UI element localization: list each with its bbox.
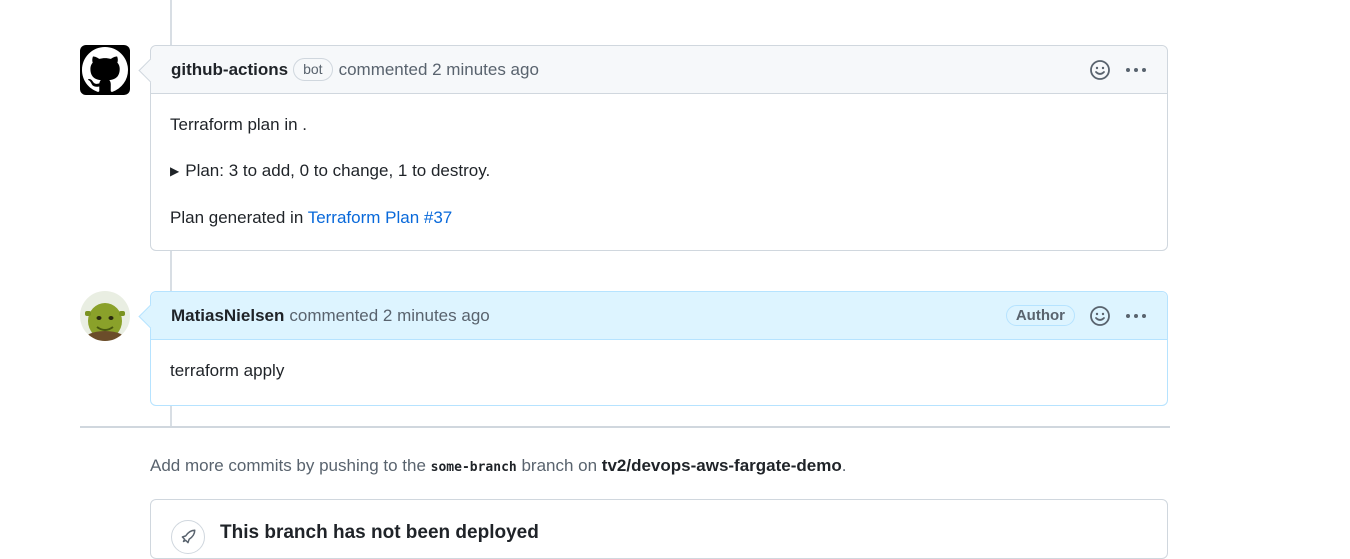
branch-name[interactable]: some-branch: [431, 460, 517, 475]
comment-options-button[interactable]: [1125, 305, 1147, 327]
timeline-line-bottom: [170, 405, 172, 426]
rocket-glyph: [181, 529, 196, 544]
comment-arrow: [138, 58, 163, 83]
deployment-status-box: This branch has not been deployed: [150, 499, 1168, 559]
push-hint-suffix: .: [841, 456, 847, 475]
comment-timestamp[interactable]: commented 2 minutes ago: [339, 60, 539, 80]
comment-header: github-actions bot commented 2 minutes a…: [138, 46, 1167, 94]
comment-author-link[interactable]: MatiasNielsen: [171, 306, 284, 326]
smiley-icon: [1090, 305, 1110, 326]
comment-github-actions: github-actions bot commented 2 minutes a…: [138, 45, 1168, 251]
comment-actions: Author: [1005, 305, 1147, 327]
comment-arrow: [138, 304, 163, 329]
timeline-divider: [80, 426, 1170, 428]
plan-generated-line: Plan generated in Terraform Plan #37: [170, 207, 1147, 229]
user-avatar-image: [80, 291, 130, 341]
comment-options-button[interactable]: [1125, 59, 1147, 81]
github-actions-avatar[interactable]: [80, 45, 130, 95]
plan-details-summary[interactable]: ▶ Plan: 3 to add, 0 to change, 1 to destr…: [170, 160, 1147, 183]
push-hint-middle: branch on: [516, 456, 602, 475]
kebab-horizontal-icon: [1126, 313, 1146, 318]
comment-actions: [1077, 59, 1147, 81]
push-hint-prefix: Add more commits by pushing to the: [150, 456, 431, 475]
comment-body: terraform apply: [151, 340, 1167, 382]
timeline-line-middle: [170, 250, 172, 291]
deployment-title: This branch has not been deployed: [220, 522, 539, 543]
add-reaction-button[interactable]: [1089, 305, 1111, 327]
plan-summary-text: Plan: 3 to add, 0 to change, 1 to destro…: [185, 161, 491, 180]
comment-timestamp[interactable]: commented 2 minutes ago: [289, 306, 489, 326]
comment-author-link[interactable]: github-actions: [171, 60, 288, 80]
github-octocat-icon: [82, 47, 128, 92]
bot-badge: bot: [293, 58, 333, 81]
comment-text: terraform apply: [170, 361, 285, 380]
comment-text: Terraform plan in .: [170, 115, 307, 134]
comment-matiasnielsen: MatiasNielsen commented 2 minutes ago Au…: [138, 291, 1168, 406]
add-reaction-button[interactable]: [1089, 59, 1111, 81]
terraform-plan-link[interactable]: Terraform Plan #37: [308, 208, 453, 227]
rocket-icon: [171, 520, 205, 554]
smiley-icon: [1090, 59, 1110, 80]
timeline-line-top: [170, 0, 172, 45]
author-badge: Author: [1005, 305, 1075, 326]
kebab-horizontal-icon: [1126, 67, 1146, 72]
comment-header: MatiasNielsen commented 2 minutes ago Au…: [138, 292, 1167, 340]
plan-generated-prefix: Plan generated in: [170, 208, 308, 227]
comment-body: Terraform plan in . ▶ Plan: 3 to add, 0 t…: [151, 94, 1167, 229]
push-commits-hint: Add more commits by pushing to the some-…: [150, 456, 846, 476]
disclosure-triangle-icon: ▶: [170, 164, 180, 178]
repo-link[interactable]: tv2/devops-aws-fargate-demo: [602, 456, 842, 475]
matiasnielsen-avatar[interactable]: [80, 291, 130, 341]
